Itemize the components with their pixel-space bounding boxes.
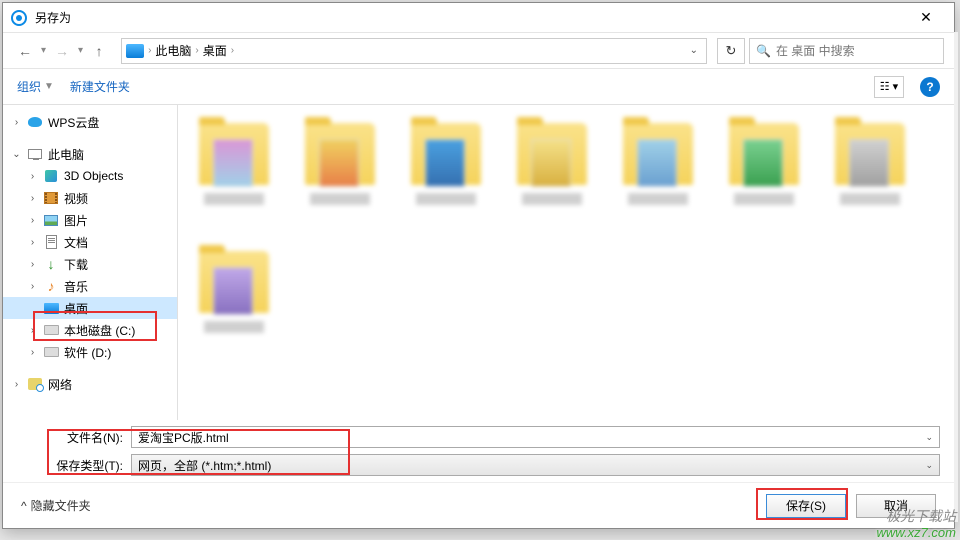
tree-item-documents[interactable]: ›文档 xyxy=(3,231,177,253)
organize-button[interactable]: 组织▼ xyxy=(17,78,54,95)
tree-item-thispc[interactable]: ⌄此电脑 xyxy=(3,143,177,165)
tree-item-wps[interactable]: ›WPS云盘 xyxy=(3,111,177,133)
hide-folders-toggle[interactable]: ^隐藏文件夹 xyxy=(21,497,91,514)
folder-item[interactable] xyxy=(184,115,284,235)
breadcrumb-bar[interactable]: › 此电脑 › 桌面 › ⌄ xyxy=(121,38,707,64)
recent-dropdown[interactable]: ▾ xyxy=(78,45,83,56)
tree-item-3dobjects[interactable]: ›3D Objects xyxy=(3,165,177,187)
tree-item-drive-d[interactable]: ›软件 (D:) xyxy=(3,341,177,363)
tree-item-network[interactable]: ›网络 xyxy=(3,373,177,395)
save-button[interactable]: 保存(S) xyxy=(766,494,846,518)
folder-item[interactable] xyxy=(184,243,284,363)
folder-item[interactable] xyxy=(820,115,920,235)
app-icon xyxy=(11,10,27,26)
close-button[interactable]: ✕ xyxy=(906,4,946,32)
nav-tree: ›WPS云盘 ⌄此电脑 ›3D Objects ›视频 ›图片 ›文档 ›↓下载… xyxy=(3,105,178,420)
toolbar: 组织▼ 新建文件夹 ☷ ▾ ? xyxy=(3,69,954,105)
tree-item-downloads[interactable]: ›↓下载 xyxy=(3,253,177,275)
filetype-select[interactable]: 网页，全部 (*.htm;*.html)⌄ xyxy=(131,454,940,476)
chevron-right-icon: › xyxy=(231,45,234,56)
watermark-url: www.xz7.com xyxy=(877,525,956,540)
filename-input[interactable]: 爱淘宝PC版.html⌄ xyxy=(131,426,940,448)
save-as-dialog: 另存为 ✕ ← ▾ → ▾ ↑ › 此电脑 › 桌面 › ⌄ ↻ 🔍 在 桌面 … xyxy=(2,2,955,529)
nav-bar: ← ▾ → ▾ ↑ › 此电脑 › 桌面 › ⌄ ↻ 🔍 在 桌面 中搜索 xyxy=(3,33,954,69)
footer: ^隐藏文件夹 保存(S) 取消 xyxy=(3,482,954,528)
download-icon: ↓ xyxy=(42,256,60,272)
chevron-right-icon: › xyxy=(148,45,151,56)
music-icon: ♪ xyxy=(42,278,60,294)
folder-item[interactable] xyxy=(290,115,390,235)
folder-item[interactable] xyxy=(396,115,496,235)
tree-item-pictures[interactable]: ›图片 xyxy=(3,209,177,231)
search-icon: 🔍 xyxy=(756,44,771,58)
tree-item-desktop[interactable]: 桌面 xyxy=(3,297,177,319)
folder-item[interactable] xyxy=(608,115,708,235)
view-options-button[interactable]: ☷ ▾ xyxy=(874,76,904,98)
chevron-down-icon[interactable]: ⌄ xyxy=(925,432,933,443)
search-placeholder: 在 桌面 中搜索 xyxy=(776,42,855,59)
chevron-right-icon: › xyxy=(195,45,198,56)
chevron-down-icon[interactable]: ⌄ xyxy=(925,460,933,471)
breadcrumb-current[interactable]: 桌面 xyxy=(203,42,227,59)
search-input[interactable]: 🔍 在 桌面 中搜索 xyxy=(749,38,944,64)
scrollbar[interactable] xyxy=(954,32,958,522)
tree-item-videos[interactable]: ›视频 xyxy=(3,187,177,209)
up-button[interactable]: ↑ xyxy=(87,39,111,63)
back-button[interactable]: ← xyxy=(13,39,37,63)
location-icon xyxy=(126,44,144,58)
filename-label: 文件名(N): xyxy=(17,429,127,446)
title-bar: 另存为 ✕ xyxy=(3,3,954,33)
file-list[interactable] xyxy=(178,105,954,420)
filetype-label: 保存类型(T): xyxy=(17,457,127,474)
folder-item[interactable] xyxy=(502,115,602,235)
breadcrumb-dropdown[interactable]: ⌄ xyxy=(686,45,702,56)
refresh-button[interactable]: ↻ xyxy=(717,38,745,64)
new-folder-button[interactable]: 新建文件夹 xyxy=(70,78,130,95)
tree-item-drive-c[interactable]: ›本地磁盘 (C:) xyxy=(3,319,177,341)
breadcrumb-root[interactable]: 此电脑 xyxy=(155,42,191,59)
dialog-body: ›WPS云盘 ⌄此电脑 ›3D Objects ›视频 ›图片 ›文档 ›↓下载… xyxy=(3,105,954,420)
fields-area: 文件名(N): 爱淘宝PC版.html⌄ 保存类型(T): 网页，全部 (*.h… xyxy=(3,420,954,482)
folder-item[interactable] xyxy=(714,115,814,235)
forward-button[interactable]: → xyxy=(50,39,74,63)
help-button[interactable]: ? xyxy=(920,77,940,97)
chevron-up-icon: ^ xyxy=(21,499,27,513)
watermark-text: 极光下载站 xyxy=(886,506,956,526)
tree-item-music[interactable]: ›♪音乐 xyxy=(3,275,177,297)
back-history-dropdown[interactable]: ▾ xyxy=(41,45,46,56)
window-title: 另存为 xyxy=(35,9,906,26)
